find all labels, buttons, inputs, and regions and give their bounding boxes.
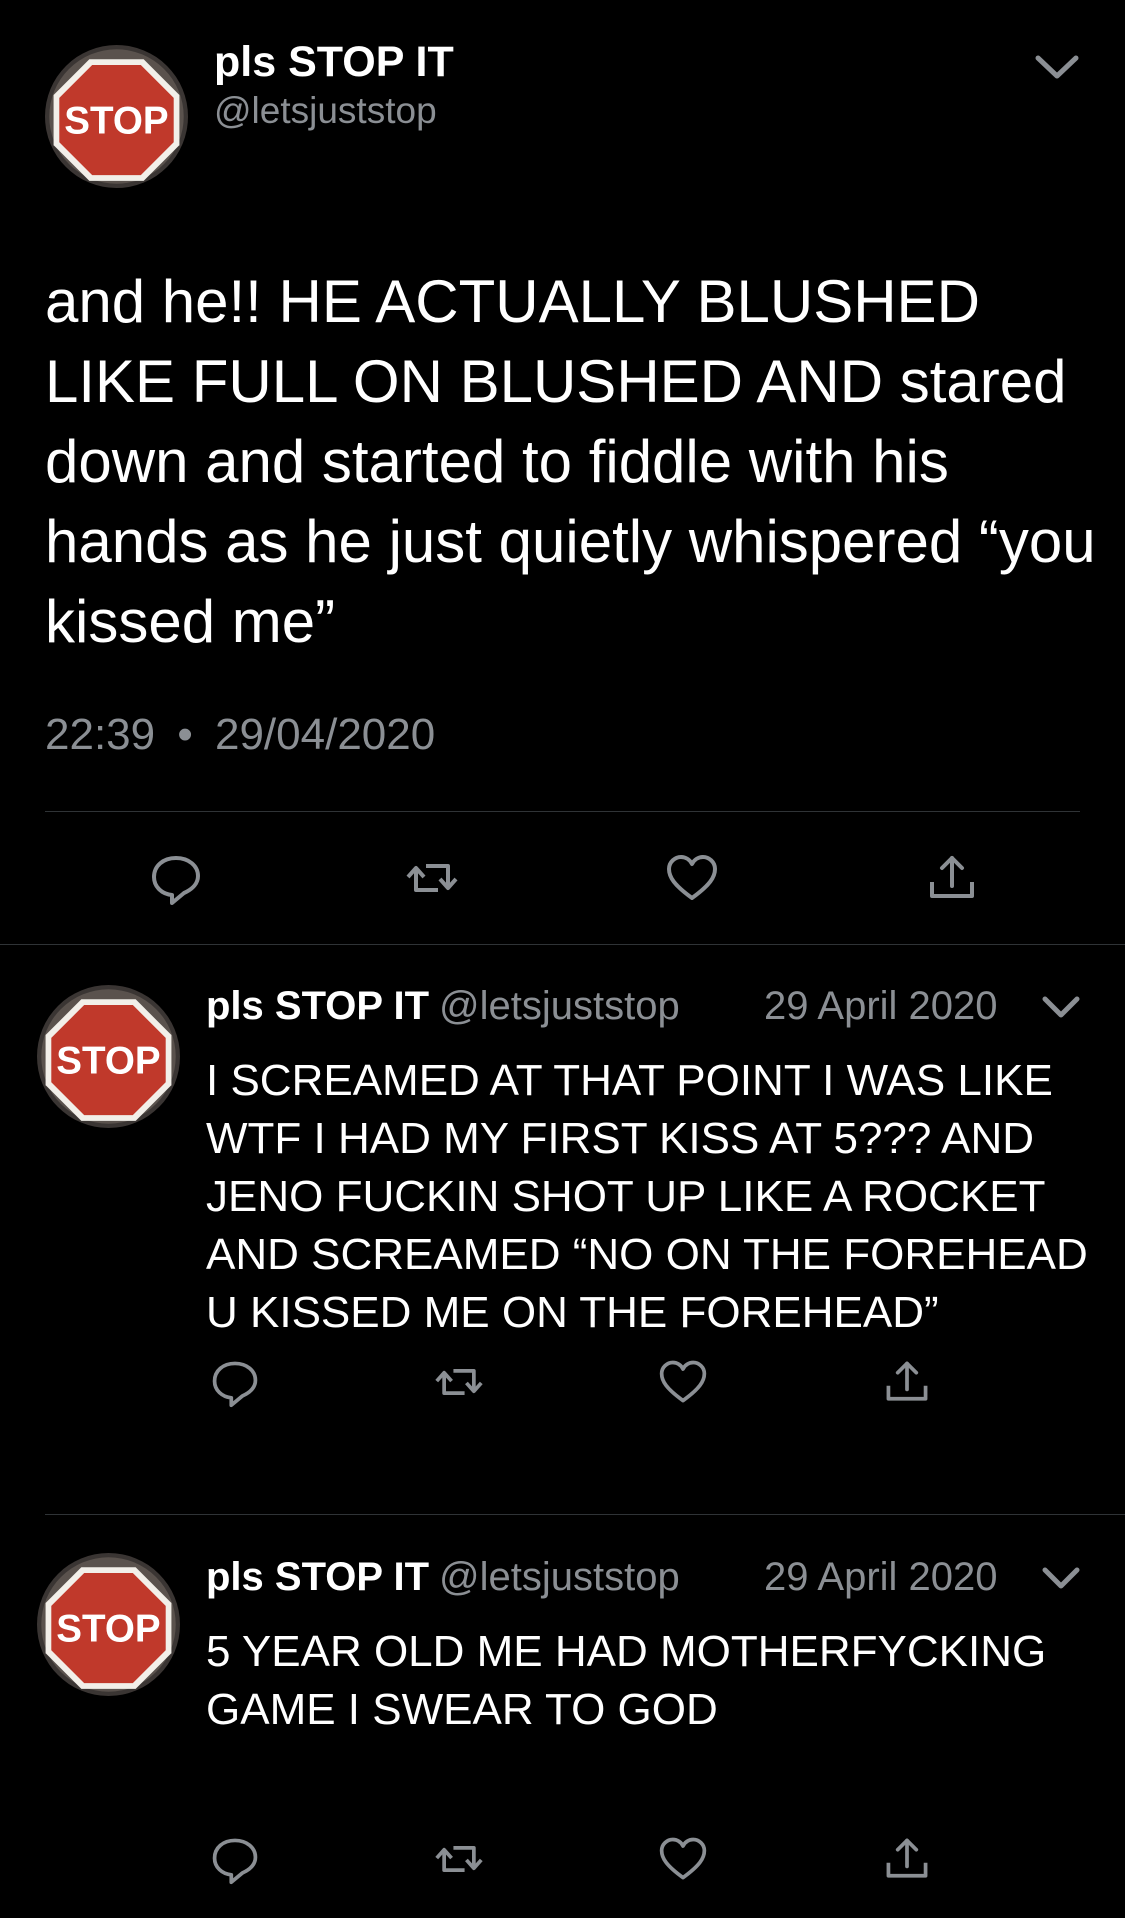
tweet-date: 29/04/2020 — [214, 710, 436, 759]
reply-header: pls STOP IT @letsjuststop — [206, 984, 680, 1029]
tweet-text: and he!! HE ACTUALLY BLUSHED LIKE FULL O… — [45, 268, 1096, 655]
retweet-icon[interactable] — [433, 1833, 485, 1885]
like-icon[interactable] — [657, 1833, 709, 1885]
tweet-timestamp: 22:39 • 29/04/2020 — [45, 710, 435, 760]
chevron-down-icon[interactable] — [1032, 48, 1082, 88]
retweet-icon[interactable] — [433, 1356, 485, 1408]
reply-date: 29 April 2020 — [764, 984, 998, 1028]
reply-tweet[interactable]: STOP pls STOP IT @letsjuststop 29 April 2… — [0, 1515, 1125, 1918]
avatar[interactable]: STOP — [37, 985, 180, 1128]
author-handle[interactable]: @letsjuststop — [439, 984, 680, 1028]
meta-separator: • — [177, 710, 193, 759]
avatar[interactable]: STOP — [37, 1553, 180, 1696]
author-name[interactable]: pls STOP IT — [214, 38, 454, 87]
author-name[interactable]: pls STOP IT — [206, 1555, 429, 1599]
author-handle[interactable]: @letsjuststop — [439, 1555, 680, 1599]
tweet-time: 22:39 — [45, 710, 156, 759]
share-icon[interactable] — [924, 850, 980, 906]
reply-tweet[interactable]: STOP pls STOP IT @letsjuststop 29 April 2… — [0, 944, 1125, 1515]
chevron-down-icon[interactable] — [1040, 1561, 1082, 1595]
retweet-icon[interactable] — [404, 850, 460, 906]
reply-header: pls STOP IT @letsjuststop — [206, 1555, 680, 1600]
reply-icon[interactable] — [209, 1833, 261, 1885]
like-icon[interactable] — [657, 1356, 709, 1408]
avatar[interactable]: STOP — [45, 45, 188, 188]
avatar-stop-label: STOP — [64, 100, 168, 143]
reply-icon[interactable] — [148, 850, 204, 906]
author-name[interactable]: pls STOP IT — [206, 984, 429, 1028]
tweet-text: I SCREAMED AT THAT POINT I WAS LIKE WTF … — [206, 1056, 1088, 1337]
chevron-down-icon[interactable] — [1040, 990, 1082, 1024]
tweet-text: 5 YEAR OLD ME HAD MOTHERFYCKING GAME I S… — [206, 1627, 1047, 1734]
like-icon[interactable] — [664, 850, 720, 906]
reply-date: 29 April 2020 — [764, 1555, 998, 1599]
avatar-stop-label: STOP — [56, 1608, 160, 1651]
divider — [45, 811, 1080, 812]
main-tweet: STOP pls STOP IT @letsjuststop and he!! … — [0, 0, 1125, 944]
reply-icon[interactable] — [209, 1356, 261, 1408]
author-handle[interactable]: @letsjuststop — [214, 90, 437, 132]
share-icon[interactable] — [881, 1833, 933, 1885]
share-icon[interactable] — [881, 1356, 933, 1408]
avatar-stop-label: STOP — [56, 1040, 160, 1083]
